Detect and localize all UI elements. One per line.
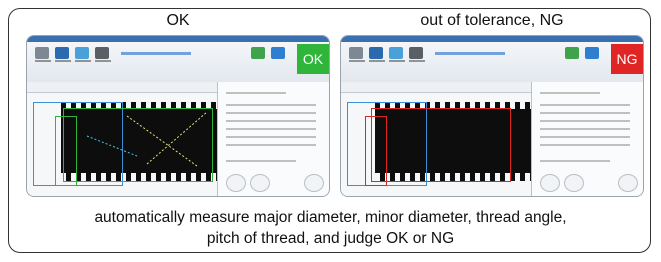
- ok-software-screenshot: OK: [27, 36, 329, 196]
- ribbon-icon[interactable]: [349, 47, 363, 59]
- ok-panel-label: OK: [166, 12, 190, 29]
- image-toolbar: [341, 82, 531, 93]
- panel-button[interactable]: [250, 174, 270, 192]
- ok-status-badge: OK: [297, 44, 329, 74]
- ribbon-icon[interactable]: [369, 47, 383, 59]
- panel-button[interactable]: [618, 174, 638, 192]
- ng-panel-label: out of tolerance, NG: [420, 12, 564, 29]
- ribbon-icon[interactable]: [565, 47, 579, 59]
- ribbon-icon[interactable]: [585, 47, 599, 59]
- results-panel: [531, 82, 643, 196]
- ribbon-icon[interactable]: [389, 47, 403, 59]
- window-caption: [435, 52, 505, 55]
- panel-button[interactable]: [564, 174, 584, 192]
- results-panel: [217, 82, 329, 196]
- ng-status-badge: NG: [611, 44, 643, 74]
- caption-line-2: pitch of thread, and judge OK or NG: [206, 230, 455, 247]
- panel-button[interactable]: [304, 174, 324, 192]
- caption-line-1: automatically measure major diameter, mi…: [94, 209, 567, 226]
- panel-button[interactable]: [540, 174, 560, 192]
- ribbon-icon[interactable]: [409, 47, 423, 59]
- ribbon-icon[interactable]: [271, 47, 285, 59]
- ribbon-toolbar: NG: [341, 42, 643, 83]
- ng-software-screenshot: NG: [341, 36, 643, 196]
- measure-box-red: [371, 108, 511, 182]
- measure-box-green: [63, 108, 213, 182]
- ribbon-icon[interactable]: [251, 47, 265, 59]
- panel-button[interactable]: [226, 174, 246, 192]
